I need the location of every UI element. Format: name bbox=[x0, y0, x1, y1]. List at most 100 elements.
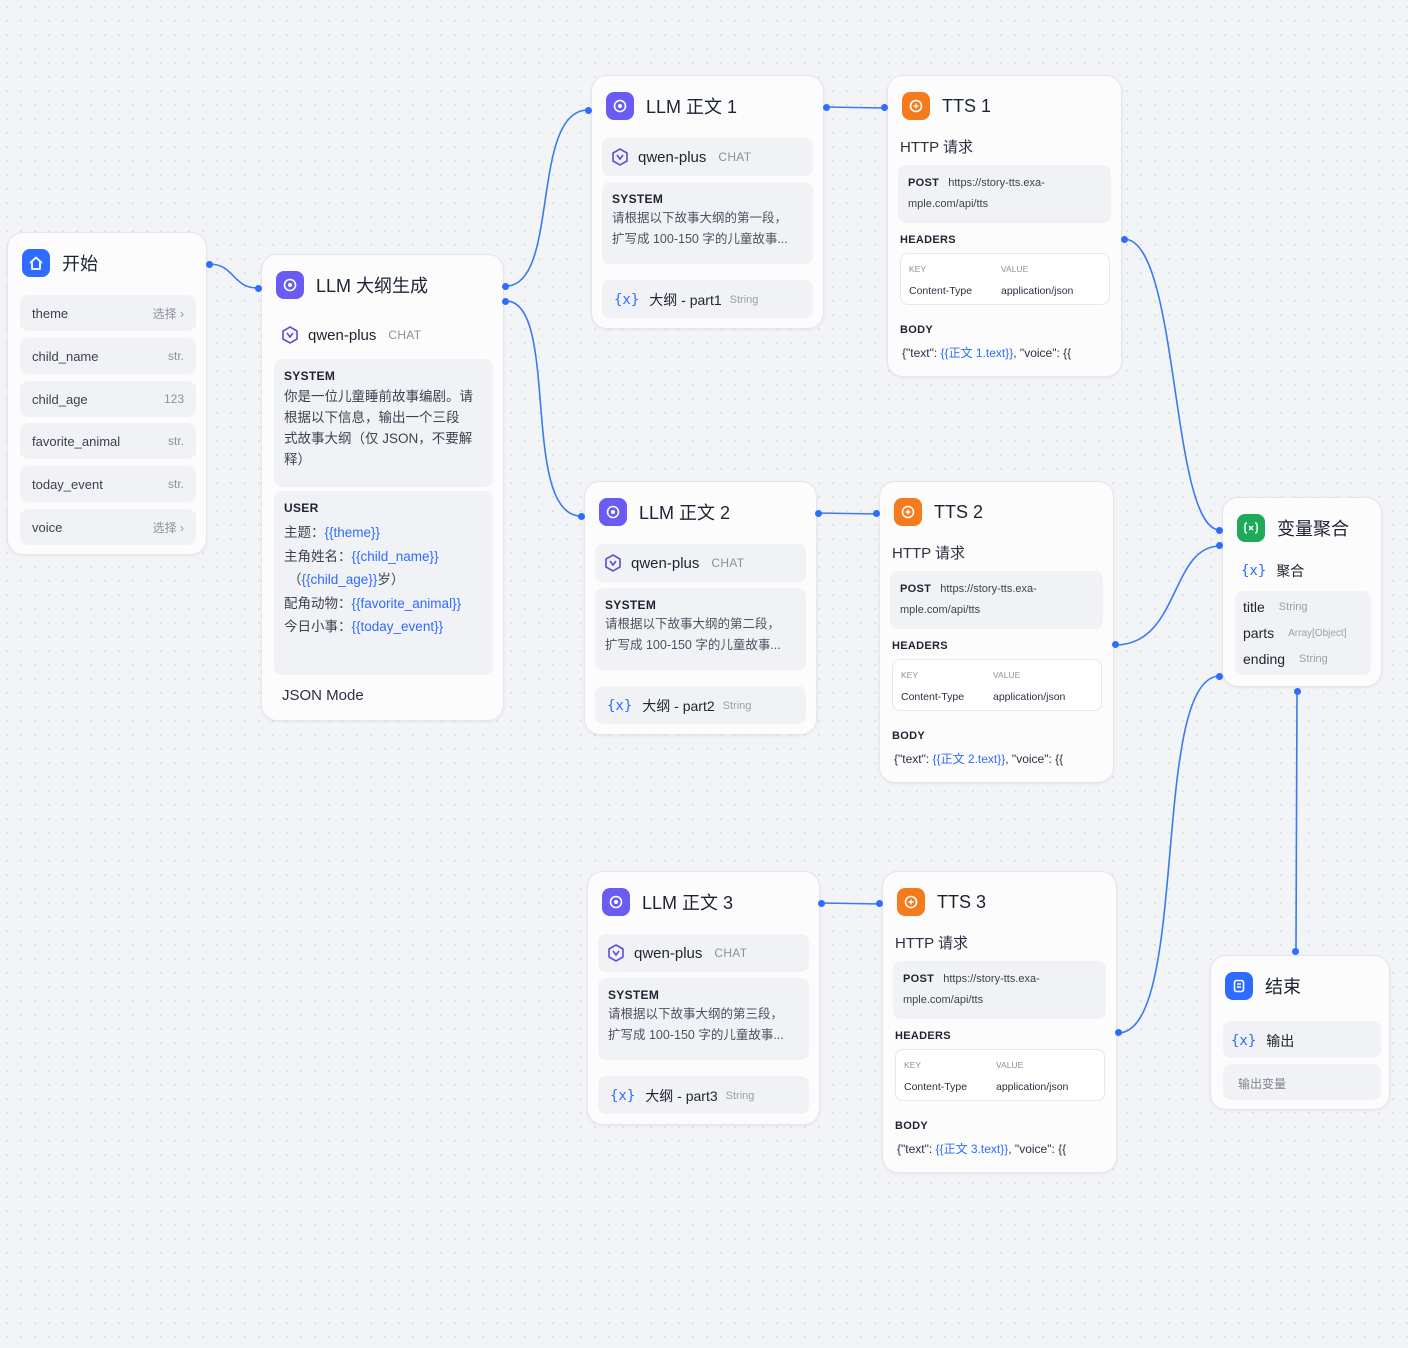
outline-output-port[interactable] bbox=[502, 298, 509, 305]
llm-body2-node[interactable]: LLM 正文 2 qwen-plus CHAT SYSTEM 请根据以下故事大纲… bbox=[584, 481, 817, 735]
url-line: https://story-tts.exa- bbox=[943, 973, 1040, 985]
aggregator-input-port[interactable] bbox=[1216, 673, 1223, 680]
node-subtitle: HTTP 请求 bbox=[895, 935, 969, 952]
system-label: SYSTEM bbox=[608, 988, 660, 1002]
start-node[interactable]: 开始 theme 选择 › child_name str. child_age … bbox=[7, 232, 207, 555]
aggregate-group[interactable]: {x} 聚合 bbox=[1241, 561, 1304, 581]
model-mode: CHAT bbox=[718, 150, 752, 164]
request-body[interactable]: {"text": {{正文 1.text}}, "voice": {{ bbox=[902, 344, 1112, 361]
request-url[interactable]: POST https://story-tts.exa- mple.com/api… bbox=[893, 961, 1106, 1019]
system-prompt-box[interactable]: SYSTEM 请根据以下故事大纲的第三段， 扩写成 100-150 字的儿童故事… bbox=[598, 978, 809, 1060]
model-selector[interactable]: qwen-plus CHAT bbox=[280, 325, 421, 345]
llm2-input-port[interactable] bbox=[578, 513, 585, 520]
model-selector[interactable]: qwen-plus CHAT bbox=[595, 544, 806, 582]
body-label: BODY bbox=[895, 1120, 928, 1132]
llm-icon bbox=[602, 888, 630, 916]
end-node[interactable]: 结束 {x} 输出 输出变量 bbox=[1210, 955, 1390, 1110]
aggregate-fields[interactable]: title String parts Array[Object] ending … bbox=[1235, 591, 1371, 675]
var-type: 123 bbox=[163, 392, 184, 406]
model-selector[interactable]: qwen-plus CHAT bbox=[598, 934, 809, 972]
headers-table[interactable]: KEY VALUE Content-Type application/json bbox=[892, 659, 1102, 711]
llm1-input-port[interactable] bbox=[585, 107, 592, 114]
var-name: today_event bbox=[32, 476, 103, 492]
http-method: POST bbox=[908, 177, 940, 189]
start-var-theme[interactable]: theme 选择 › bbox=[20, 295, 196, 331]
input-variable[interactable]: {x} 大纲 - part3 String bbox=[598, 1076, 809, 1114]
input-variable[interactable]: {x} 大纲 - part2 String bbox=[595, 686, 806, 724]
llm-outline-node[interactable]: LLM 大纲生成 qwen-plus CHAT SYSTEM 你是一位儿童睡前故… bbox=[261, 254, 504, 721]
qwen-model-icon bbox=[608, 944, 624, 962]
field-type: String bbox=[1299, 653, 1328, 665]
start-var-voice[interactable]: voice 选择 › bbox=[20, 509, 196, 545]
node-title: 开始 bbox=[62, 254, 98, 274]
headers-label: HEADERS bbox=[895, 1030, 951, 1042]
var-type: str. bbox=[167, 434, 184, 448]
body-label: BODY bbox=[900, 324, 933, 336]
system-prompt-box[interactable]: SYSTEM 请根据以下故事大纲的第一段， 扩写成 100-150 字的儿童故事… bbox=[602, 182, 813, 264]
llm-icon bbox=[599, 498, 627, 526]
field-type: Array[Object] bbox=[1288, 627, 1347, 639]
key-header: KEY bbox=[909, 264, 927, 274]
start-var-today-event[interactable]: today_event str. bbox=[20, 466, 196, 502]
end-input-port[interactable] bbox=[1292, 948, 1299, 955]
start-var-favorite-animal[interactable]: favorite_animal str. bbox=[20, 423, 196, 459]
qwen-model-icon bbox=[282, 326, 298, 344]
edge-tts1-agg bbox=[1123, 238, 1221, 531]
tts2-node[interactable]: TTS 2 HTTP 请求 POST https://story-tts.exa… bbox=[879, 481, 1114, 783]
user-prompt-box[interactable]: USER 主题：{{theme}} 主角姓名：{{child_name}} （{… bbox=[274, 491, 493, 675]
output-variable[interactable]: {x} 输出 bbox=[1223, 1021, 1381, 1058]
edge-outline-llm1 bbox=[505, 109, 589, 287]
llm2-output-port[interactable] bbox=[815, 510, 822, 517]
url-line: mple.com/api/tts bbox=[900, 604, 981, 616]
variable-type: String bbox=[725, 1090, 755, 1102]
user-field-label: 主角姓名： bbox=[284, 548, 352, 564]
tts1-output-port[interactable] bbox=[1121, 236, 1128, 243]
tts3-node[interactable]: TTS 3 HTTP 请求 POST https://story-tts.exa… bbox=[882, 871, 1117, 1173]
node-title: LLM 正文 2 bbox=[639, 503, 731, 523]
start-var-child-name[interactable]: child_name str. bbox=[20, 338, 196, 374]
tts3-input-port[interactable] bbox=[876, 900, 883, 907]
aggregator-output-port[interactable] bbox=[1294, 688, 1301, 695]
variable-icon: {x} bbox=[607, 698, 633, 714]
request-body[interactable]: {"text": {{正文 3.text}}, "voice": {{ bbox=[897, 1140, 1107, 1157]
node-title: TTS 3 bbox=[937, 891, 987, 912]
start-output-port[interactable] bbox=[206, 261, 213, 268]
headers-table[interactable]: KEY VALUE Content-Type application/json bbox=[895, 1049, 1105, 1101]
variable-label: 大纲 - part3 bbox=[645, 1088, 718, 1104]
output-variable-input[interactable]: 输出变量 bbox=[1223, 1064, 1381, 1100]
body-text: {"text": bbox=[897, 1142, 936, 1156]
url-line: https://story-tts.exa- bbox=[940, 583, 1037, 595]
input-variable[interactable]: {x} 大纲 - part1 String bbox=[602, 280, 813, 318]
tts1-node[interactable]: TTS 1 HTTP 请求 POST https://story-tts.exa… bbox=[887, 75, 1122, 377]
model-selector[interactable]: qwen-plus CHAT bbox=[602, 138, 813, 176]
system-prompt-box[interactable]: SYSTEM 你是一位儿童睡前故事编剧。请 根据以下信息，输出一个三段 式故事大… bbox=[274, 359, 493, 487]
headers-table[interactable]: KEY VALUE Content-Type application/json bbox=[900, 253, 1110, 305]
var-name: voice bbox=[32, 519, 63, 535]
aggregator-input-port[interactable] bbox=[1216, 542, 1223, 549]
http-request-icon bbox=[894, 498, 922, 526]
request-url[interactable]: POST https://story-tts.exa- mple.com/api… bbox=[890, 571, 1103, 629]
llm-body1-node[interactable]: LLM 正文 1 qwen-plus CHAT SYSTEM 请根据以下故事大纲… bbox=[591, 75, 824, 329]
tts1-input-port[interactable] bbox=[881, 104, 888, 111]
outline-output-port[interactable] bbox=[502, 283, 509, 290]
start-var-child-age[interactable]: child_age 123 bbox=[20, 381, 196, 417]
outline-input-port[interactable] bbox=[255, 285, 262, 292]
request-body[interactable]: {"text": {{正文 2.text}}, "voice": {{ bbox=[894, 750, 1104, 767]
tts2-output-port[interactable] bbox=[1112, 641, 1119, 648]
variable-aggregator-node[interactable]: 变量聚合 {x} 聚合 title String parts Array[Obj… bbox=[1222, 497, 1382, 687]
model-mode: CHAT bbox=[711, 556, 745, 570]
key-header: KEY bbox=[904, 1060, 922, 1070]
system-prompt-box[interactable]: SYSTEM 请根据以下故事大纲的第二段， 扩写成 100-150 字的儿童故事… bbox=[595, 588, 806, 670]
llm1-output-port[interactable] bbox=[823, 104, 830, 111]
node-title: LLM 正文 3 bbox=[642, 893, 734, 913]
llm-body3-node[interactable]: LLM 正文 3 qwen-plus CHAT SYSTEM 请根据以下故事大纲… bbox=[587, 871, 820, 1125]
http-method: POST bbox=[903, 973, 935, 985]
home-icon bbox=[22, 249, 50, 277]
aggregator-input-port[interactable] bbox=[1216, 527, 1223, 534]
request-url[interactable]: POST https://story-tts.exa- mple.com/api… bbox=[898, 165, 1111, 223]
tts3-output-port[interactable] bbox=[1115, 1029, 1122, 1036]
tts2-input-port[interactable] bbox=[873, 510, 880, 517]
body-text: , "voice": {{ bbox=[1008, 1142, 1067, 1156]
template-variable: {{child_name}} bbox=[351, 548, 439, 564]
llm3-output-port[interactable] bbox=[818, 900, 825, 907]
